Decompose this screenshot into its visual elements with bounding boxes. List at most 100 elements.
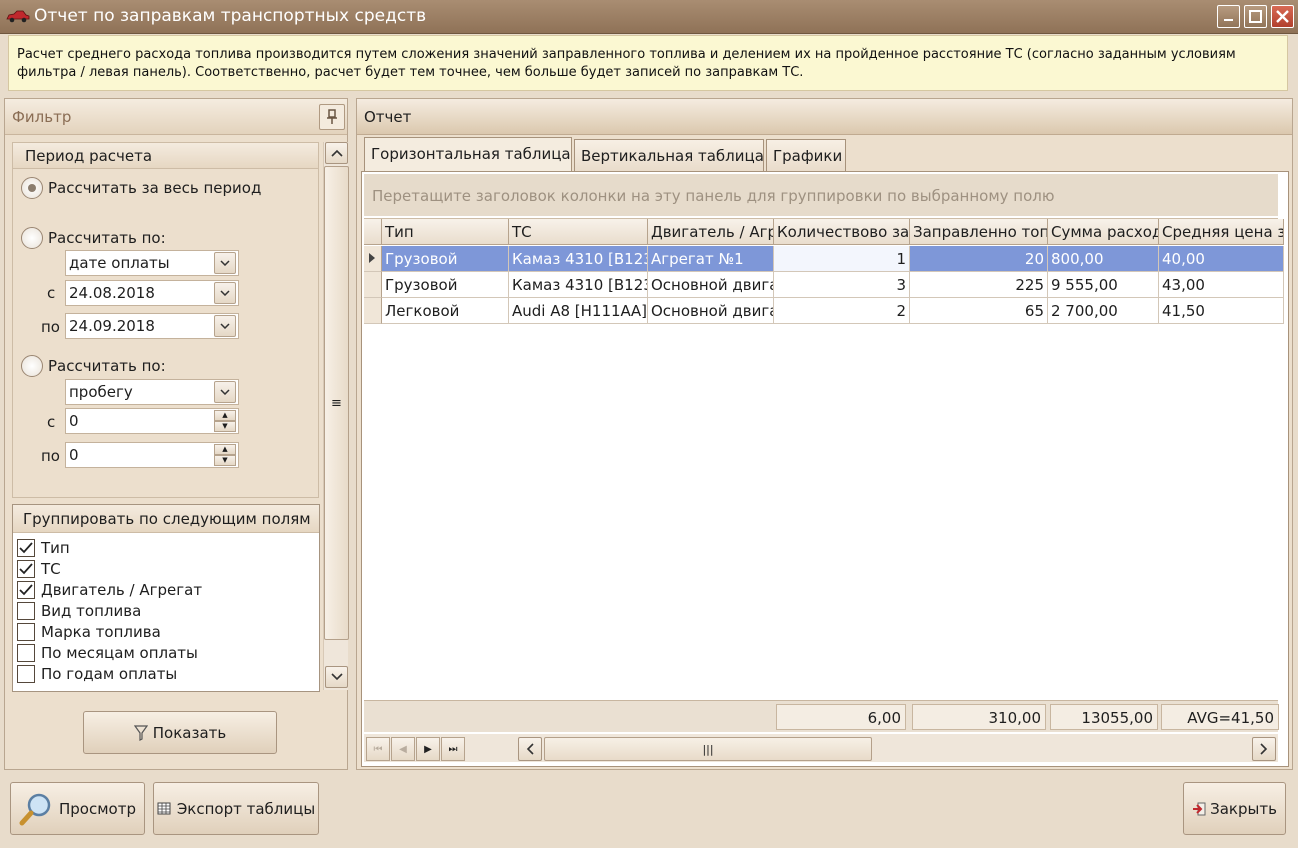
group-field-item[interactable]: Двигатель / Агрегат (17, 579, 307, 600)
close-icon (1276, 10, 1289, 23)
chevron-down-icon[interactable] (214, 282, 236, 304)
scroll-up-button[interactable] (325, 142, 348, 164)
radio-all-period-label: Рассчитать за весь период (48, 179, 262, 197)
group-field-item[interactable]: Тип (17, 537, 307, 558)
date-type-combo[interactable]: дате оплаты (65, 250, 239, 276)
checkbox-checked[interactable] (17, 538, 35, 557)
checkbox-checked[interactable] (17, 559, 35, 578)
grid-cell[interactable]: Основной двигатель (648, 298, 774, 324)
row-indicator[interactable] (364, 272, 382, 298)
grid-cell[interactable]: 20 (910, 246, 1048, 272)
group-field-item[interactable]: ТС (17, 558, 307, 579)
tab-vertical-table[interactable]: Вертикальная таблица (574, 139, 764, 171)
grid-cell[interactable]: 40,00 (1159, 246, 1284, 272)
date-from-picker[interactable]: 24.08.2018 (65, 280, 239, 306)
radio-by-mileage[interactable] (21, 355, 43, 377)
column-header[interactable]: Двигатель / Агрегат (648, 219, 774, 245)
mileage-to-spin[interactable]: 0 ▲ ▼ (65, 442, 239, 468)
scroll-thumb[interactable]: ≡ (324, 166, 349, 640)
column-header[interactable]: Средняя цена за литр (1159, 219, 1284, 245)
column-header[interactable]: Заправленно топлива (910, 219, 1048, 245)
next-record-button[interactable]: ▶ (416, 737, 440, 761)
checkbox-unchecked[interactable] (17, 622, 35, 641)
grid-cell[interactable]: 2 700,00 (1048, 298, 1159, 324)
grid-cell[interactable]: Камаз 4310 [В123 (509, 246, 648, 272)
grid-cell[interactable]: Агрегат №1 (648, 246, 774, 272)
checkbox-unchecked[interactable] (17, 601, 35, 620)
group-field-item[interactable]: По месяцам оплаты (17, 642, 307, 663)
hscroll-thumb[interactable]: ||| (544, 737, 872, 761)
chevron-down-icon[interactable] (214, 315, 236, 337)
grid-cell[interactable]: 225 (910, 272, 1048, 298)
grid-cell[interactable]: Основной двигатель (648, 272, 774, 298)
chevron-right-icon (1260, 743, 1268, 755)
grid-cell[interactable]: Грузовой (382, 246, 509, 272)
radio-by-date[interactable] (21, 227, 43, 249)
grid-cell[interactable]: 3 (774, 272, 910, 298)
close-window-button[interactable] (1271, 5, 1294, 28)
grid-cell[interactable]: 43,00 (1159, 272, 1284, 298)
scroll-down-button[interactable] (325, 666, 348, 688)
report-header: Отчет (357, 99, 1292, 135)
chevron-down-icon[interactable] (214, 381, 236, 403)
row-indicator[interactable] (364, 246, 382, 272)
scroll-left-button[interactable] (518, 737, 542, 761)
group-field-item[interactable]: Вид топлива (17, 600, 307, 621)
grid-cell[interactable]: 9 555,00 (1048, 272, 1159, 298)
column-header[interactable]: Тип (382, 219, 509, 245)
grid-cell[interactable]: 65 (910, 298, 1048, 324)
column-header[interactable]: Количествово заправок (774, 219, 910, 245)
footer-summary: 6,00 (776, 704, 906, 730)
grid-cell[interactable]: 2 (774, 298, 910, 324)
period-title: Период расчета (13, 143, 318, 169)
grid-cell[interactable]: Грузовой (382, 272, 509, 298)
export-table-button[interactable]: Экспорт таблицы (153, 782, 319, 835)
grid-cell[interactable]: Камаз 4310 [В123 (509, 272, 648, 298)
group-field-item[interactable]: Марка топлива (17, 621, 307, 642)
row-indicator[interactable] (364, 298, 382, 324)
group-field-label: Двигатель / Агрегат (41, 580, 203, 599)
grid-cell[interactable]: Легковой (382, 298, 509, 324)
preview-button[interactable]: Просмотр (10, 782, 145, 835)
filter-icon (133, 724, 148, 741)
footer-summary: AVG=41,50 (1161, 704, 1279, 730)
chevron-down-icon (330, 673, 343, 681)
spin-buttons[interactable]: ▲ ▼ (214, 444, 236, 466)
prev-record-button[interactable]: ◀ (391, 737, 415, 761)
grid-cell[interactable]: 1 (774, 246, 910, 272)
date-to-picker[interactable]: 24.09.2018 (65, 313, 239, 339)
group-field-item[interactable]: По годам оплаты (17, 663, 307, 684)
mileage-type-combo[interactable]: пробегу (65, 379, 239, 405)
grid-cell[interactable]: 41,50 (1159, 298, 1284, 324)
show-button[interactable]: Показать (83, 711, 277, 754)
mileage-to-value: 0 (69, 446, 79, 464)
checkbox-checked[interactable] (17, 580, 35, 599)
first-record-button[interactable]: ⏮ (366, 737, 390, 761)
last-record-button[interactable]: ⏭ (441, 737, 465, 761)
checkbox-unchecked[interactable] (17, 643, 35, 662)
radio-all-period[interactable] (21, 177, 43, 199)
spin-buttons[interactable]: ▲ ▼ (214, 410, 236, 432)
tab-horizontal-table[interactable]: Горизонтальная таблица (364, 137, 572, 171)
scroll-right-button[interactable] (1252, 737, 1276, 761)
chevron-left-icon (526, 743, 534, 755)
title-bar: Отчет по заправкам транспортных средств (0, 0, 1298, 34)
show-button-label: Показать (152, 723, 227, 742)
maximize-button[interactable] (1244, 5, 1267, 28)
column-header[interactable]: ТС (509, 219, 648, 245)
grid-cell[interactable]: 800,00 (1048, 246, 1159, 272)
close-button[interactable]: Закрыть (1183, 782, 1286, 835)
minimize-button[interactable] (1217, 5, 1240, 28)
mileage-from-spin[interactable]: 0 ▲ ▼ (65, 408, 239, 434)
filter-scrollbar[interactable]: ≡ (323, 142, 349, 690)
column-header[interactable]: Сумма расхода (1048, 219, 1159, 245)
grid-corner (364, 219, 382, 245)
group-drop-panel[interactable]: Перетащите заголовок колонки на эту пане… (364, 174, 1278, 216)
tab-charts[interactable]: Графики (766, 139, 846, 171)
chevron-down-icon[interactable] (214, 252, 236, 274)
period-group: Период расчета Рассчитать за весь период… (12, 142, 319, 498)
group-field-label: Тип (41, 538, 70, 557)
grid-cell[interactable]: Audi A8 [Н111АА] (509, 298, 648, 324)
pin-button[interactable] (319, 104, 345, 130)
checkbox-unchecked[interactable] (17, 664, 35, 683)
